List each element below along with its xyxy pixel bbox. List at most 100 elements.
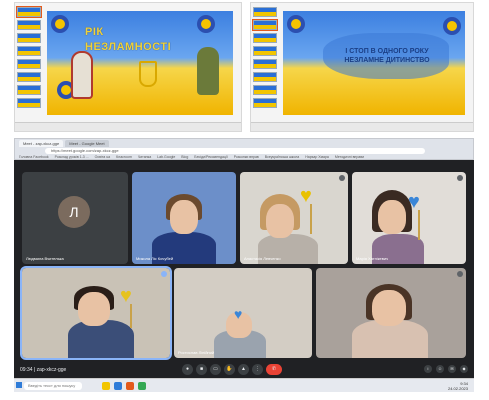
camera-button[interactable]: ■	[196, 364, 207, 375]
participant-name: Людмила Вчителька	[26, 256, 64, 261]
heart-stick	[310, 204, 312, 234]
raise-hand-button[interactable]: ✋	[224, 364, 235, 375]
windows-start-icon[interactable]	[16, 382, 22, 388]
participant-tile[interactable]: ♥ Ростислав Лінійний	[174, 268, 312, 358]
chat-icon[interactable]: ✉	[448, 365, 456, 373]
file-explorer-icon[interactable]	[102, 382, 110, 390]
bookmark-item[interactable]: Методичні вправи	[335, 155, 364, 159]
slide-canvas: РІК НЕЗЛАМНОСТІ	[47, 11, 233, 115]
system-tray[interactable]: 9:34 24.02.2023	[448, 381, 468, 391]
bookmark-item[interactable]: Головна Facebook	[19, 155, 49, 159]
sunflower-icon	[51, 15, 69, 33]
taskbar-apps	[102, 382, 146, 390]
heart-icon: ♥	[300, 185, 312, 207]
participant-face	[266, 204, 294, 238]
slide-thumbnail[interactable]	[16, 6, 42, 18]
powerpoint-icon[interactable]	[126, 382, 134, 390]
bookmark-item[interactable]: Розклад уроків 1-3 ...	[55, 155, 89, 159]
captions-button[interactable]: ▭	[210, 364, 221, 375]
os-taskbar: Введіть текст для пошуку 9:34 24.02.2023	[14, 378, 474, 392]
meeting-code-label: 09:34 | zap-xkcz-gge	[20, 367, 67, 373]
participant-name: Марія Хатнікевич	[356, 256, 389, 261]
participant-tile[interactable]: Л Людмила Вчителька	[22, 172, 128, 264]
slide-thumbnail[interactable]	[17, 20, 41, 30]
tab-meet[interactable]: Meet - zap-xkcz-gge	[19, 140, 64, 147]
bookmark-item[interactable]: Освіта ua	[95, 155, 111, 159]
sunflower-icon	[197, 15, 215, 33]
mic-off-icon	[339, 175, 345, 181]
slide-thumbnail[interactable]	[17, 85, 41, 95]
heart-stick	[130, 304, 132, 328]
bookmark-item[interactable]: Розкопки вправ	[234, 155, 259, 159]
call-controls: ● ■ ▭ ✋ ▲ ⋮ ✆	[182, 364, 282, 375]
side-controls: i ☺ ✉ ◆	[424, 365, 468, 373]
slide-title: І СТОП В ОДНОГО РОКУ НЕЗЛАМНЕ ДИТИНСТВО	[344, 48, 430, 64]
slides-screenshot-left: РІК НЕЗЛАМНОСТІ	[14, 2, 242, 132]
slide-canvas: І СТОП В ОДНОГО РОКУ НЕЗЛАМНЕ ДИТИНСТВО	[283, 11, 465, 115]
bookmarks-bar: Головна Facebook Розклад уроків 1-3 ... …	[19, 155, 469, 159]
activities-icon[interactable]: ◆	[460, 365, 468, 373]
trident-icon	[139, 61, 157, 87]
participant-body	[68, 320, 134, 358]
slide-thumbnail[interactable]	[17, 72, 41, 82]
participant-tile[interactable]: ♥	[20, 266, 172, 360]
slide-thumbnail[interactable]	[253, 33, 277, 43]
sunflower-icon	[287, 15, 305, 33]
speaking-indicator-icon	[161, 271, 167, 277]
status-bar	[251, 122, 473, 131]
edge-icon[interactable]	[114, 382, 122, 390]
heart-icon: ♥	[234, 306, 243, 322]
participant-face	[372, 290, 406, 326]
meet-control-bar: 09:34 | zap-xkcz-gge ● ■ ▭ ✋ ▲ ⋮ ✆ i ☺ ✉…	[14, 362, 474, 378]
participant-tile[interactable]: Микола Ліс Кочубей	[132, 172, 236, 264]
participant-tile[interactable]	[316, 268, 466, 358]
slide-thumbnail[interactable]	[253, 98, 277, 108]
browser-chrome: Meet - zap-xkcz-gge Meet - Google Meet h…	[14, 138, 474, 160]
slides-screenshot-right: І СТОП В ОДНОГО РОКУ НЕЗЛАМНЕ ДИТИНСТВО	[250, 2, 474, 132]
bookmark-item[interactable]: Бесіди/Рекомендації	[194, 155, 227, 159]
avatar: Л	[58, 196, 90, 228]
slide-thumbnail[interactable]	[17, 46, 41, 56]
slide-title-line: НЕЗЛАМНОСТІ	[85, 41, 172, 53]
heart-icon: ♥	[408, 191, 420, 213]
chrome-icon[interactable]	[138, 382, 146, 390]
slide-thumbnail[interactable]	[17, 59, 41, 69]
bookmark-item[interactable]: Всеукраїнська школа	[265, 155, 299, 159]
mic-button[interactable]: ●	[182, 364, 193, 375]
bookmark-item[interactable]: Читанка	[138, 155, 151, 159]
bookmark-item[interactable]: Hapsap Хмара	[305, 155, 329, 159]
end-call-button[interactable]: ✆	[266, 364, 282, 375]
people-icon[interactable]: ☺	[436, 365, 444, 373]
sunflower-icon	[443, 17, 461, 35]
heart-stick	[418, 210, 420, 240]
slide-thumbnail[interactable]	[253, 85, 277, 95]
participant-name: Анастасія Левченко	[244, 256, 281, 261]
slide-thumbnail[interactable]	[253, 7, 277, 17]
slide-thumbnails	[16, 6, 42, 121]
slide-title-line: РІК	[85, 26, 104, 38]
slide-thumbnail[interactable]	[253, 59, 277, 69]
slide-thumbnail[interactable]	[253, 46, 277, 56]
bookmark-item[interactable]: Класroom	[116, 155, 132, 159]
more-options-button[interactable]: ⋮	[252, 364, 263, 375]
info-icon[interactable]: i	[424, 365, 432, 373]
slide-thumbnail[interactable]	[17, 33, 41, 43]
slide-thumbnails	[252, 7, 278, 121]
participant-face	[378, 200, 406, 234]
status-bar	[15, 122, 241, 131]
taskbar-search[interactable]: Введіть текст для пошуку	[24, 382, 82, 390]
mic-off-icon	[457, 271, 463, 277]
participant-tile[interactable]: ♥ Анастасія Левченко	[240, 172, 348, 264]
address-bar[interactable]: https://meet.google.com/zap-xkcz-gge	[45, 148, 425, 154]
slide-thumbnail[interactable]	[253, 72, 277, 82]
heart-icon: ♥	[120, 285, 132, 307]
bookmark-item[interactable]: Blog	[181, 155, 188, 159]
bookmark-item[interactable]: Lab.Google	[157, 155, 175, 159]
participant-name: Ростислав Лінійний	[178, 350, 215, 355]
present-button[interactable]: ▲	[238, 364, 249, 375]
tab-meet-google[interactable]: Meet - Google Meet	[65, 140, 109, 147]
participant-tile[interactable]: ♥ Марія Хатнікевич	[352, 172, 466, 264]
slide-title: РІК НЕЗЛАМНОСТІ	[85, 25, 175, 55]
slide-thumbnail[interactable]	[252, 19, 278, 31]
slide-thumbnail[interactable]	[17, 98, 41, 108]
